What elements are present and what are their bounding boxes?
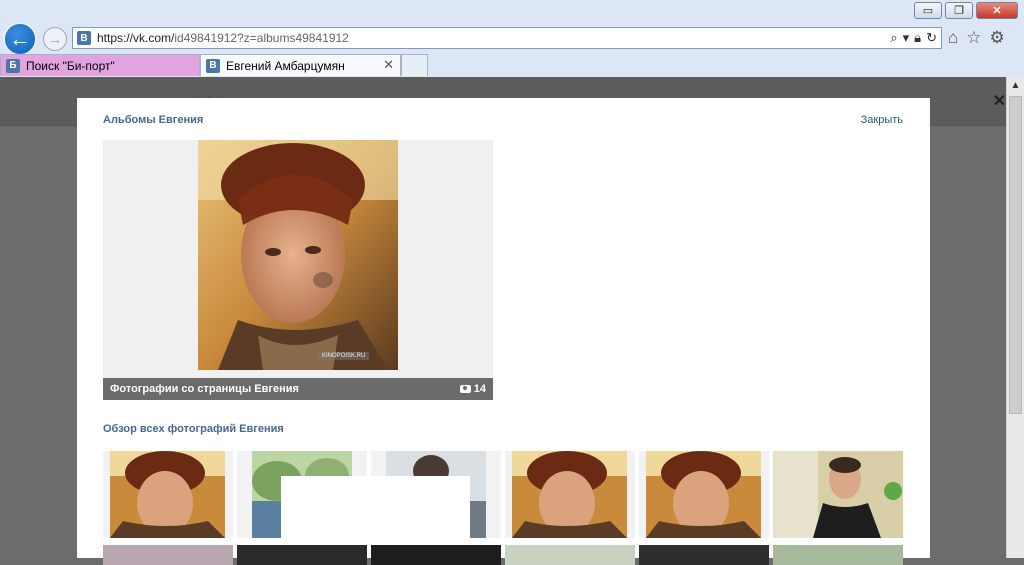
scroll-up-icon[interactable]: ▲	[1007, 77, 1024, 94]
photo-thumbnail[interactable]	[639, 451, 769, 538]
url-text[interactable]: https://vk.com/id49841912?z=albums498419…	[97, 31, 349, 45]
refresh-icon[interactable]: ↻	[926, 30, 937, 46]
album-count: 14	[459, 383, 486, 395]
star-icon[interactable]: ☆	[966, 28, 981, 48]
search-icon[interactable]: ⌕	[890, 30, 897, 46]
dropdown-icon[interactable]: ▾	[903, 30, 910, 46]
overview-title[interactable]: Обзор всех фотографий Евгения	[103, 423, 284, 435]
tab-title: Поиск "Би-порт"	[26, 58, 115, 73]
arrow-left-icon: ←	[9, 26, 31, 51]
tab-favicon: Б	[6, 58, 20, 73]
photo-thumbnail[interactable]	[237, 545, 367, 565]
photo-thumbnail[interactable]	[371, 545, 501, 565]
modal-title: Альбомы Евгения	[103, 114, 204, 126]
tab-bar: Б Поиск "Би-порт" В Евгений Амбарцумян ✕	[0, 54, 1024, 77]
scrollbar-thumb[interactable]	[1009, 96, 1022, 414]
lock-icon[interactable]: 🔒︎	[914, 30, 921, 46]
back-button[interactable]: ←	[3, 22, 37, 56]
arrow-right-icon: →	[48, 31, 62, 47]
scrollbar[interactable]: ▲	[1006, 77, 1024, 558]
loading-overlay	[281, 476, 470, 556]
home-icon[interactable]: ⌂	[948, 28, 958, 48]
browser-chrome: ▭ ❐ ✕ ← → В https://vk.com/id49841912?z=…	[0, 0, 1024, 77]
album-name: Фотографии со страницы Евгения	[110, 383, 299, 395]
photo-thumbnail[interactable]	[103, 545, 233, 565]
window-controls: ▭ ❐ ✕	[914, 2, 1018, 19]
photo-thumbnail[interactable]	[505, 545, 635, 565]
photo-thumbnail[interactable]	[773, 545, 903, 565]
modal-close-link[interactable]: Закрыть	[861, 114, 903, 126]
photo-watermark: KINOPOISK.RU	[318, 352, 370, 360]
new-tab-button[interactable]	[401, 54, 428, 76]
photo-thumbnail[interactable]	[639, 545, 769, 565]
vk-favicon: В	[77, 31, 91, 45]
photo-thumbnail[interactable]	[505, 451, 635, 538]
photo-thumbnail[interactable]	[103, 451, 233, 538]
close-window-button[interactable]: ✕	[976, 2, 1018, 19]
browser-toolbar-icons: ⌂ ☆ ⚙	[948, 28, 1005, 48]
address-icons: ⌕ ▾ 🔒︎ ↻	[890, 30, 937, 46]
album-caption-bar: Фотографии со страницы Евгения 14	[103, 378, 493, 400]
restore-button[interactable]: ❐	[945, 2, 973, 19]
camera-icon	[459, 385, 471, 393]
close-overlay-icon[interactable]: ✕	[993, 91, 1006, 111]
tab-title: Евгений Амбарцумян	[226, 58, 345, 73]
album-cover-photo[interactable]	[198, 140, 398, 370]
tab-favicon: В	[206, 58, 220, 73]
address-bar[interactable]: В https://vk.com/id49841912?z=albums4984…	[72, 27, 942, 49]
photo-thumbnail[interactable]	[773, 451, 903, 538]
minimize-button[interactable]: ▭	[914, 2, 942, 19]
albums-modal: Альбомы Евгения Закрыть KINOPOISK.RU Фот…	[77, 98, 930, 565]
tab-close-icon[interactable]: ✕	[383, 57, 394, 73]
album-card[interactable]: KINOPOISK.RU Фотографии со страницы Евге…	[103, 140, 493, 400]
gear-icon[interactable]: ⚙	[990, 28, 1005, 48]
tab-vk-profile[interactable]: В Евгений Амбарцумян ✕	[200, 54, 401, 76]
tab-biport[interactable]: Б Поиск "Би-порт"	[0, 54, 200, 76]
forward-button[interactable]: →	[43, 27, 67, 51]
